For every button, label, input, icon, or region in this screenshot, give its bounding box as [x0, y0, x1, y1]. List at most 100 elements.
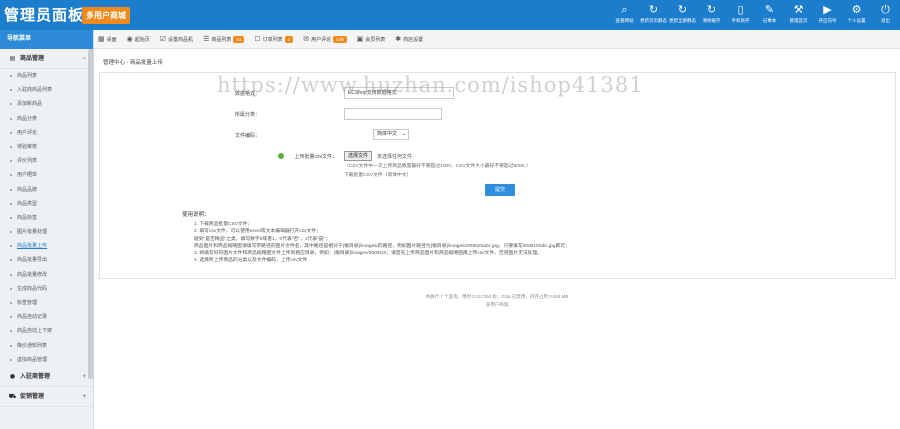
sidebar-item[interactable]: 商品标签 [0, 211, 93, 225]
usage-line: 1. 下载商品批量CSV文件； [194, 222, 253, 227]
format-field[interactable]: ECShop支持数据格式 [344, 87, 454, 99]
encoding-select[interactable]: 简体中文 ⌄ [373, 129, 409, 140]
sidebar-item[interactable]: 虚拟商品管理 [0, 353, 93, 367]
sidebar-item[interactable]: 图片批量处理 [0, 225, 93, 239]
usage-line: 商品图片和商品缩略图请填写带路径的图片文件名，其中路径是相对于[根目录]/ima… [194, 243, 570, 249]
clock-icon: ◉ [126, 35, 133, 43]
topnav-item-5[interactable]: ✎ 记事本 [755, 0, 784, 30]
encoding-value: 简体中文 [377, 131, 398, 137]
sidebar-item[interactable]: 商品批量上传 [0, 239, 93, 253]
toolbar-label: 会员列表 [365, 36, 386, 43]
topnav-label: 手机商存 [731, 18, 750, 23]
toolbar-label: 订单列表 [262, 36, 283, 43]
category-field[interactable] [344, 108, 442, 120]
topnav-item-6[interactable]: ⚒ 管理首页 [784, 0, 813, 30]
sidebar-item[interactable]: 入驻商商品列表 [0, 83, 93, 97]
sidebar-item[interactable]: 添加新商品 [0, 97, 93, 111]
toolbar-item-3[interactable]: ☰ 商品列表 41 [203, 35, 245, 43]
submit-button[interactable]: 提交 [485, 184, 515, 196]
list-icon: ▤ [9, 55, 16, 62]
menu-group-label: 促销管理 [20, 393, 45, 400]
topnav-item-1[interactable]: ↻ 更新页页静态 [639, 0, 668, 30]
top-bar: 管理员面板 多用户商城 ⌕ 查看网站 ↻ 更新页页静态 ↻ 更新全部静态 ↻ 清除缓存 ▯ 手机商… [0, 0, 900, 30]
sidebar-item[interactable]: 用户晒单 [0, 168, 93, 182]
quick-toolbar: ▦ 桌面 ◉ 起始页 ☑ 设置商品机 ☰ 商品列表 41 ☐ 订单列表 2 ✉ 用户评论 149 ▣ 会员列表 ✱… [94, 30, 900, 49]
usage-line: 4. 选择所上传商品的分类以及文件编码，上传csv文件 [194, 258, 308, 264]
toolbar-item-7[interactable]: ✱ 商店设置 [395, 35, 423, 43]
menu-group-2[interactable]: ⛟ 促销管理 + [0, 387, 93, 407]
list-icon: ☰ [203, 35, 210, 43]
breadcrumb: 管理中心 - 商品批量上传 [103, 60, 163, 66]
search-icon: ⌕ [621, 3, 628, 16]
upload-hint: （CSV文件中一次上传商品数量最好不要超过1000，CSV文件大小最好不要超过5… [344, 164, 531, 169]
topnav-label: 个人设置 [847, 18, 866, 23]
sidebar-item[interactable]: 商品自动上下架 [0, 324, 93, 338]
menu-group-0[interactable]: ▤ 商品管理 − [0, 49, 93, 69]
sidebar-item[interactable]: 商品分类 [0, 112, 93, 126]
toggle-icon[interactable]: + [82, 387, 86, 407]
sidebar-item[interactable]: 降价通知列表 [0, 339, 93, 353]
toolbar-item-1[interactable]: ◉ 起始页 [127, 35, 150, 43]
topnav-label: 清除缓存 [702, 18, 721, 23]
toolbar-item-0[interactable]: ▦ 桌面 [98, 35, 117, 43]
sidebar-item[interactable]: 商品批量修改 [0, 268, 93, 282]
toolbar-label: 用户评论 [311, 36, 332, 43]
refresh-icon: ↻ [677, 3, 688, 16]
toolbar-item-5[interactable]: ✉ 用户评论 149 [303, 35, 347, 43]
usage-line: 3. 将填写好的图片文件和商品缩略图文件上传到相应目录，例如：[根目录]/ima… [194, 251, 543, 257]
mobile-icon: ▯ [737, 3, 744, 16]
usage-list: 1. 下载商品批量CSV文件； 2. 填写csv文件，可以使用excel或文本编辑… [194, 221, 570, 265]
toolbar-label: 起始页 [134, 36, 150, 43]
menu-group-1[interactable]: ● 入驻商管理 + [0, 367, 93, 387]
count-badge: 2 [284, 35, 294, 43]
member-icon: ▣ [356, 35, 364, 43]
refresh-icon: ↻ [648, 3, 659, 16]
topnav-label: 查看网站 [615, 18, 634, 23]
toolbar-label: 商店设置 [403, 36, 424, 43]
topnav-item-8[interactable]: ⚙ 个人设置 [842, 0, 871, 30]
topnav-label: 退出 [881, 18, 890, 23]
topnav-item-3[interactable]: ↻ 清除缓存 [697, 0, 726, 30]
sidebar-scrollbar[interactable] [88, 49, 93, 379]
settings-icon: ✱ [395, 35, 402, 43]
category-label: 所属分类： [234, 112, 260, 118]
topnav-label: 更新全部静态 [669, 18, 696, 23]
topnav-item-9[interactable]: ⏻ 退出 [871, 0, 900, 30]
topnav-item-0[interactable]: ⌕ 查看网站 [610, 0, 639, 30]
topnav-item-2[interactable]: ↻ 更新全部静态 [668, 0, 697, 30]
sidebar-item[interactable]: 用户评论 [0, 126, 93, 140]
upload-label: 上传批量csv文件： [294, 154, 337, 160]
topnav-item-4[interactable]: ▯ 手机商存 [726, 0, 755, 30]
upload-panel: 数据格式： ECShop支持数据格式 所属分类： 文件编码： 简体中文 ⌄ 上传… [99, 72, 896, 279]
sidebar-item[interactable]: 商品自动记录 [0, 310, 93, 324]
refresh-icon: ↻ [706, 3, 717, 16]
sidebar-item[interactable]: 评价列表 [0, 154, 93, 168]
order-icon: ☐ [254, 35, 261, 43]
app-title: 管理员面板 [4, 7, 85, 24]
sidebar: 导航菜单 ▤ 商品管理 − 商品列表 入驻商商品列表 添加新商品 商品分类 用户评论 待验审核评… [0, 30, 94, 429]
topnav-item-7[interactable]: ▶ 开启向导 [813, 0, 842, 30]
format-label: 数据格式： [234, 91, 260, 97]
usage-line: 碰到"是否精品"之类，填写数字0或者1，0代表"否"，1代表"是"； [194, 236, 331, 242]
sidebar-menu: ▤ 商品管理 − 商品列表 入驻商商品列表 添加新商品 商品分类 用户评论 待验审核 评价列表 用户… [0, 49, 93, 407]
count-badge: 41 [233, 35, 245, 43]
grid-icon: ▦ [98, 35, 105, 43]
topnav-label: 管理首页 [789, 18, 808, 23]
sidebar-item[interactable]: 商品类型 [0, 197, 93, 211]
toggle-icon[interactable]: − [82, 49, 86, 69]
toggle-icon[interactable]: + [82, 367, 86, 387]
notepad-icon: ✎ [764, 3, 775, 16]
sidebar-item[interactable]: 商品列表 [0, 69, 93, 83]
sidebar-item[interactable]: 商品品牌 [0, 183, 93, 197]
checkbox-icon: ☑ [159, 35, 167, 43]
toolbar-item-6[interactable]: ▣ 会员列表 [357, 35, 386, 43]
download-csv-link[interactable]: 下载批量CSV文件（简体中文） [344, 171, 411, 178]
sidebar-item[interactable]: 商品批量导出 [0, 253, 93, 267]
choose-file-button[interactable]: 选择文件 [344, 151, 373, 161]
toolbar-item-2[interactable]: ☑ 设置商品机 [160, 35, 193, 43]
sidebar-header: 导航菜单 [0, 30, 93, 49]
menu-group-label: 入驻商管理 [20, 373, 51, 380]
toolbar-label: 设置商品机 [168, 36, 194, 43]
sidebar-item[interactable]: 待验审核 [0, 140, 93, 154]
toolbar-item-4[interactable]: ☐ 订单列表 2 [254, 35, 294, 43]
